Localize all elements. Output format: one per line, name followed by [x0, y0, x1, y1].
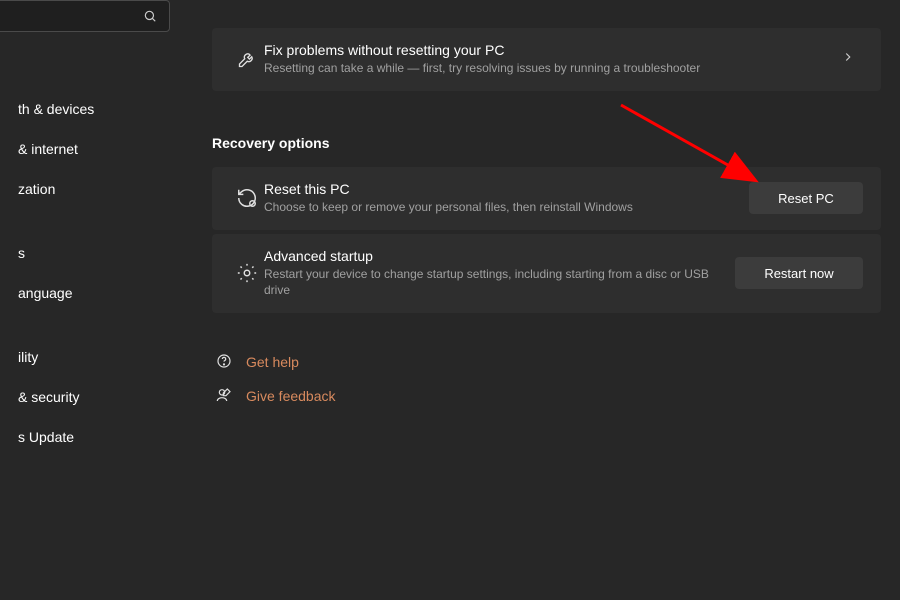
link-label: Get help: [246, 354, 299, 370]
reset-pc-card: Reset this PC Choose to keep or remove y…: [212, 167, 881, 230]
sidebar-item-label: anguage: [18, 285, 73, 301]
advanced-startup-card: Advanced startup Restart your device to …: [212, 234, 881, 314]
card-desc: Restart your device to change startup se…: [264, 266, 723, 300]
sidebar-item[interactable]: & internet: [0, 130, 170, 168]
feedback-icon: [216, 387, 246, 406]
card-title: Advanced startup: [264, 248, 723, 264]
wrench-icon: [230, 49, 264, 69]
section-header: Recovery options: [212, 135, 900, 151]
sidebar-nav: th & devices & internet zation s anguage…: [0, 90, 170, 458]
main-content: Fix problems without resetting your PC R…: [212, 0, 900, 600]
search-input[interactable]: [0, 0, 170, 32]
get-help-link[interactable]: Get help: [212, 345, 900, 379]
card-desc: Resetting can take a while — first, try …: [264, 60, 821, 77]
card-text: Advanced startup Restart your device to …: [264, 248, 735, 300]
sidebar-item[interactable]: ility: [0, 338, 170, 376]
sidebar-item-label: ility: [18, 349, 38, 365]
card-title: Reset this PC: [264, 181, 737, 197]
card-text: Reset this PC Choose to keep or remove y…: [264, 181, 749, 216]
help-icon: [216, 353, 246, 372]
troubleshoot-card[interactable]: Fix problems without resetting your PC R…: [212, 28, 881, 91]
chevron-right-icon: [833, 50, 863, 69]
reset-icon: [230, 187, 264, 209]
restart-now-button[interactable]: Restart now: [735, 257, 863, 289]
sidebar-item[interactable]: th & devices: [0, 90, 170, 128]
link-label: Give feedback: [246, 388, 336, 404]
sidebar-item[interactable]: anguage: [0, 274, 170, 312]
sidebar-item-label: zation: [18, 181, 55, 197]
sidebar: th & devices & internet zation s anguage…: [0, 0, 170, 600]
card-desc: Choose to keep or remove your personal f…: [264, 199, 737, 216]
sidebar-item[interactable]: s: [0, 234, 170, 272]
card-text: Fix problems without resetting your PC R…: [264, 42, 833, 77]
give-feedback-link[interactable]: Give feedback: [212, 379, 900, 413]
card-title: Fix problems without resetting your PC: [264, 42, 821, 58]
reset-pc-button[interactable]: Reset PC: [749, 182, 863, 214]
sidebar-item-label: s: [18, 245, 25, 261]
sidebar-item-label: & internet: [18, 141, 78, 157]
search-icon: [143, 9, 157, 26]
sidebar-item[interactable]: & security: [0, 378, 170, 416]
sidebar-item-label: & security: [18, 389, 79, 405]
sidebar-item-label: th & devices: [18, 101, 94, 117]
gear-restart-icon: [230, 262, 264, 284]
sidebar-item-label: s Update: [18, 429, 74, 445]
sidebar-item[interactable]: zation: [0, 170, 170, 208]
sidebar-item[interactable]: s Update: [0, 418, 170, 456]
help-links: Get help Give feedback: [212, 345, 900, 413]
